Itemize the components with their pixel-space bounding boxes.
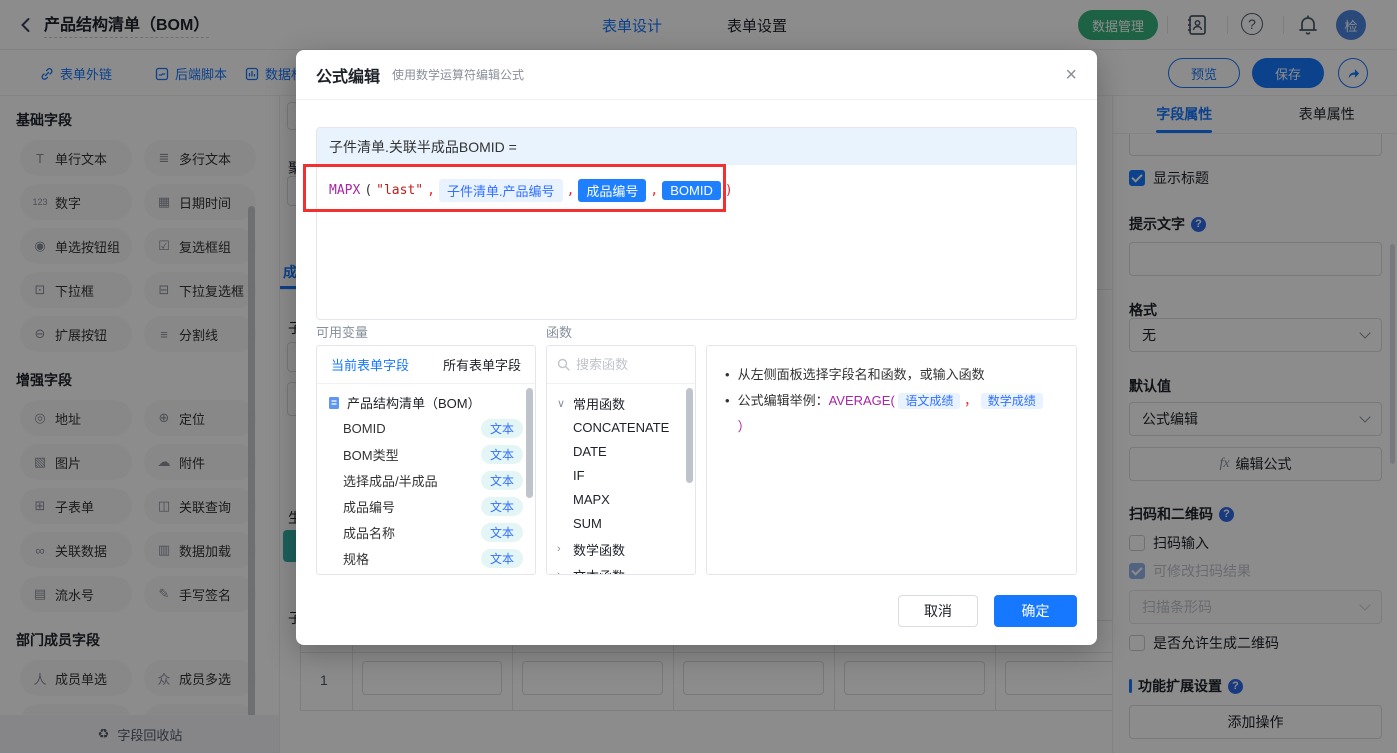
functions-scrollbar[interactable] — [686, 388, 693, 483]
form-document-icon — [327, 396, 341, 410]
functions-section-label: 函数 — [546, 322, 572, 341]
variable-row[interactable]: BOMID文本 — [317, 415, 535, 441]
cancel-button[interactable]: 取消 — [898, 595, 978, 627]
modal-subtitle: 使用数学运算符编辑公式 — [392, 66, 524, 83]
function-group-math[interactable]: › 数学函数 — [547, 536, 695, 562]
variable-row[interactable]: 选择成品/半成品文本 — [317, 467, 535, 493]
function-search-input[interactable] — [576, 357, 672, 372]
example-field-chip: 语文成绩 — [898, 393, 960, 409]
variables-tabs: 当前表单字段 所有表单字段 — [317, 346, 535, 384]
function-item-concatenate[interactable]: CONCATENATE — [547, 416, 695, 440]
variables-scrollbar[interactable] — [526, 388, 533, 498]
field-type-badge: 文本 — [481, 549, 523, 568]
close-icon[interactable]: × — [1065, 65, 1077, 85]
function-item-mapx[interactable]: MAPX — [547, 488, 695, 512]
caret-down-icon: ∨ — [557, 397, 567, 410]
confirm-button[interactable]: 确定 — [994, 595, 1077, 627]
variable-row[interactable]: 规格文本 — [317, 545, 535, 571]
formula-target: 子件清单.关联半成品BOMID = — [317, 128, 1076, 165]
modal-header: 公式编辑 使用数学运算符编辑公式 × — [296, 50, 1097, 100]
formula-help-panel: • 从左侧面板选择字段名和函数，或输入函数 • 公式编辑举例：AVERAGE( … — [706, 345, 1077, 575]
field-type-badge: 文本 — [481, 419, 523, 438]
caret-right-icon: › — [557, 569, 567, 575]
app-screen: 产品结构清单（BOM） 表单设计 表单设置 数据管理 ? 检 表单外链 后端脚本… — [0, 0, 1397, 753]
function-item-date[interactable]: DATE — [547, 440, 695, 464]
example-field-chip: 数学成绩 — [981, 393, 1043, 409]
modal-title: 公式编辑 — [316, 63, 380, 87]
variable-row[interactable]: 成品名称文本 — [317, 519, 535, 545]
formula-highlight-annotation — [303, 164, 726, 212]
caret-right-icon: › — [557, 543, 567, 555]
variables-section-label: 可用变量 — [316, 322, 368, 341]
field-type-badge: 文本 — [481, 471, 523, 490]
variable-row[interactable]: BOM类型文本 — [317, 441, 535, 467]
form-tree-root[interactable]: 产品结构清单（BOM） — [317, 384, 535, 415]
function-search — [547, 346, 695, 384]
help-example: • 公式编辑举例：AVERAGE( 语文成绩 ， 数学成绩 ） — [725, 388, 1058, 440]
formula-edit-modal: 公式编辑 使用数学运算符编辑公式 × 子件清单.关联半成品BOMID = MAP… — [296, 50, 1097, 645]
variable-row[interactable]: 成品编号文本 — [317, 493, 535, 519]
field-type-badge: 文本 — [481, 523, 523, 542]
function-item-sum[interactable]: SUM — [547, 512, 695, 536]
functions-panel: ∨ 常用函数 CONCATENATE DATE IF MAPX SUM › 数学… — [546, 345, 696, 575]
modal-footer: 取消 确定 — [898, 595, 1077, 627]
field-type-badge: 文本 — [481, 445, 523, 464]
field-type-badge: 文本 — [481, 497, 523, 516]
tab-all-form-fields[interactable]: 所有表单字段 — [443, 355, 521, 374]
search-icon — [557, 358, 570, 371]
function-group-common[interactable]: ∨ 常用函数 — [547, 390, 695, 416]
variables-panel: 当前表单字段 所有表单字段 产品结构清单（BOM） BOMID文本 BOM类型文… — [316, 345, 536, 575]
function-item-if[interactable]: IF — [547, 464, 695, 488]
formula-editor: 子件清单.关联半成品BOMID = MAPX("last", 子件清单.产品编号… — [316, 127, 1077, 320]
function-group-text[interactable]: › 文本函数 — [547, 562, 695, 575]
help-tip: • 从左侧面板选择字段名和函数，或输入函数 — [725, 362, 1058, 388]
tab-current-form-fields[interactable]: 当前表单字段 — [331, 355, 409, 374]
